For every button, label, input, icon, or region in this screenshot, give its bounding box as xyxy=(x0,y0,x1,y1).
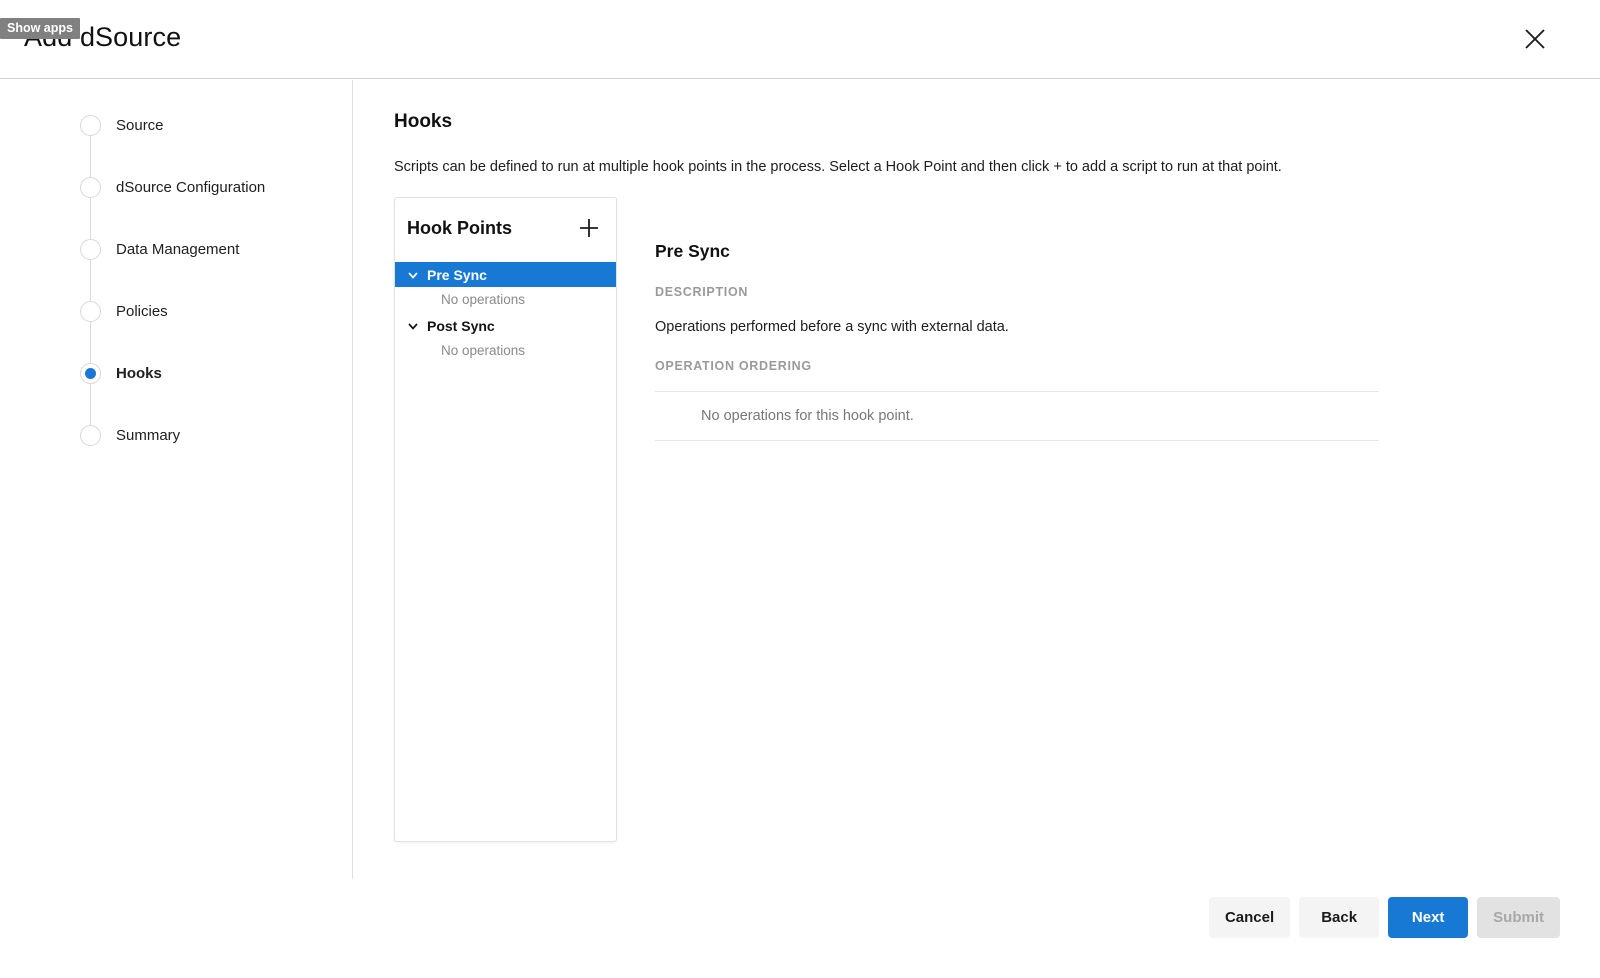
hook-point-empty-pre-sync: No operations xyxy=(395,287,616,313)
wizard-body: Source dSource Configuration Data Manage… xyxy=(0,79,1600,879)
wizard-stepper: Source dSource Configuration Data Manage… xyxy=(80,115,330,487)
hook-points-panel: Hook Points xyxy=(394,197,617,842)
step-marker xyxy=(80,363,102,385)
section-description: Scripts can be defined to run at multipl… xyxy=(394,157,1560,177)
hook-point-pre-sync[interactable]: Pre Sync xyxy=(395,262,616,287)
step-radio-icon xyxy=(80,425,101,446)
hook-point-label: Pre Sync xyxy=(427,267,487,283)
sidebar-item-policies[interactable]: Policies xyxy=(80,301,330,363)
step-marker xyxy=(80,301,102,323)
plus-icon[interactable] xyxy=(576,215,602,241)
step-marker xyxy=(80,115,102,137)
sidebar-item-dsource-configuration[interactable]: dSource Configuration xyxy=(80,177,330,239)
operations-empty-message: No operations for this hook point. xyxy=(655,392,1379,440)
hook-points-header: Hook Points xyxy=(395,198,616,256)
hook-point-post-sync[interactable]: Post Sync xyxy=(395,313,616,338)
vertical-divider xyxy=(352,80,353,880)
chevron-down-icon[interactable] xyxy=(405,318,420,333)
cancel-button[interactable]: Cancel xyxy=(1209,897,1290,938)
next-button[interactable]: Next xyxy=(1388,897,1468,938)
description-text: Operations performed before a sync with … xyxy=(655,317,1560,337)
back-button[interactable]: Back xyxy=(1299,897,1379,938)
show-apps-tooltip: Show apps xyxy=(0,18,80,39)
wizard-header: Add dSource xyxy=(0,0,1600,79)
footer-actions: Cancel Back Next Submit xyxy=(1209,897,1560,938)
step-radio-icon xyxy=(80,177,101,198)
chevron-down-icon[interactable] xyxy=(405,267,420,282)
sidebar-item-label: Source xyxy=(116,115,164,136)
hook-points-list: Pre Sync No operations Post Sync No ope xyxy=(395,262,616,364)
sidebar-item-label: Hooks xyxy=(116,363,162,384)
step-connector xyxy=(90,260,91,301)
step-connector xyxy=(90,322,91,363)
hook-point-detail: Pre Sync DESCRIPTION Operations performe… xyxy=(617,197,1560,441)
add-dsource-wizard: Add dSource Show apps Source xyxy=(0,0,1600,978)
sidebar-item-label: Policies xyxy=(116,301,168,322)
sidebar-item-source[interactable]: Source xyxy=(80,115,330,177)
close-icon[interactable] xyxy=(1520,24,1550,54)
hook-point-label: Post Sync xyxy=(427,318,495,334)
step-marker xyxy=(80,177,102,199)
sidebar-item-label: dSource Configuration xyxy=(116,177,265,198)
wizard-footer: Cancel Back Next Submit xyxy=(0,879,1600,978)
step-connector xyxy=(90,136,91,177)
sidebar-item-summary[interactable]: Summary xyxy=(80,425,330,487)
detail-title: Pre Sync xyxy=(655,241,1560,261)
step-radio-icon xyxy=(80,115,101,136)
step-radio-icon xyxy=(80,301,101,322)
sidebar-item-hooks[interactable]: Hooks xyxy=(80,363,330,425)
step-radio-icon-active xyxy=(80,363,101,384)
section-title: Hooks xyxy=(394,111,1560,133)
sidebar-item-label: Data Management xyxy=(116,239,239,260)
hook-point-empty-post-sync: No operations xyxy=(395,338,616,364)
step-radio-icon xyxy=(80,239,101,260)
operations-table: No operations for this hook point. xyxy=(655,391,1379,441)
submit-button: Submit xyxy=(1477,897,1560,938)
main-content: Hooks Scripts can be defined to run at m… xyxy=(394,111,1560,842)
sidebar-item-data-management[interactable]: Data Management xyxy=(80,239,330,301)
operation-ordering-label: OPERATION ORDERING xyxy=(655,359,1560,373)
step-marker xyxy=(80,425,102,447)
hook-points-title: Hook Points xyxy=(407,217,512,239)
description-label: DESCRIPTION xyxy=(655,285,1560,299)
step-connector xyxy=(90,384,91,425)
hooks-panes: Hook Points xyxy=(394,197,1560,842)
step-connector xyxy=(90,198,91,239)
sidebar-item-label: Summary xyxy=(116,425,180,446)
step-marker xyxy=(80,239,102,261)
